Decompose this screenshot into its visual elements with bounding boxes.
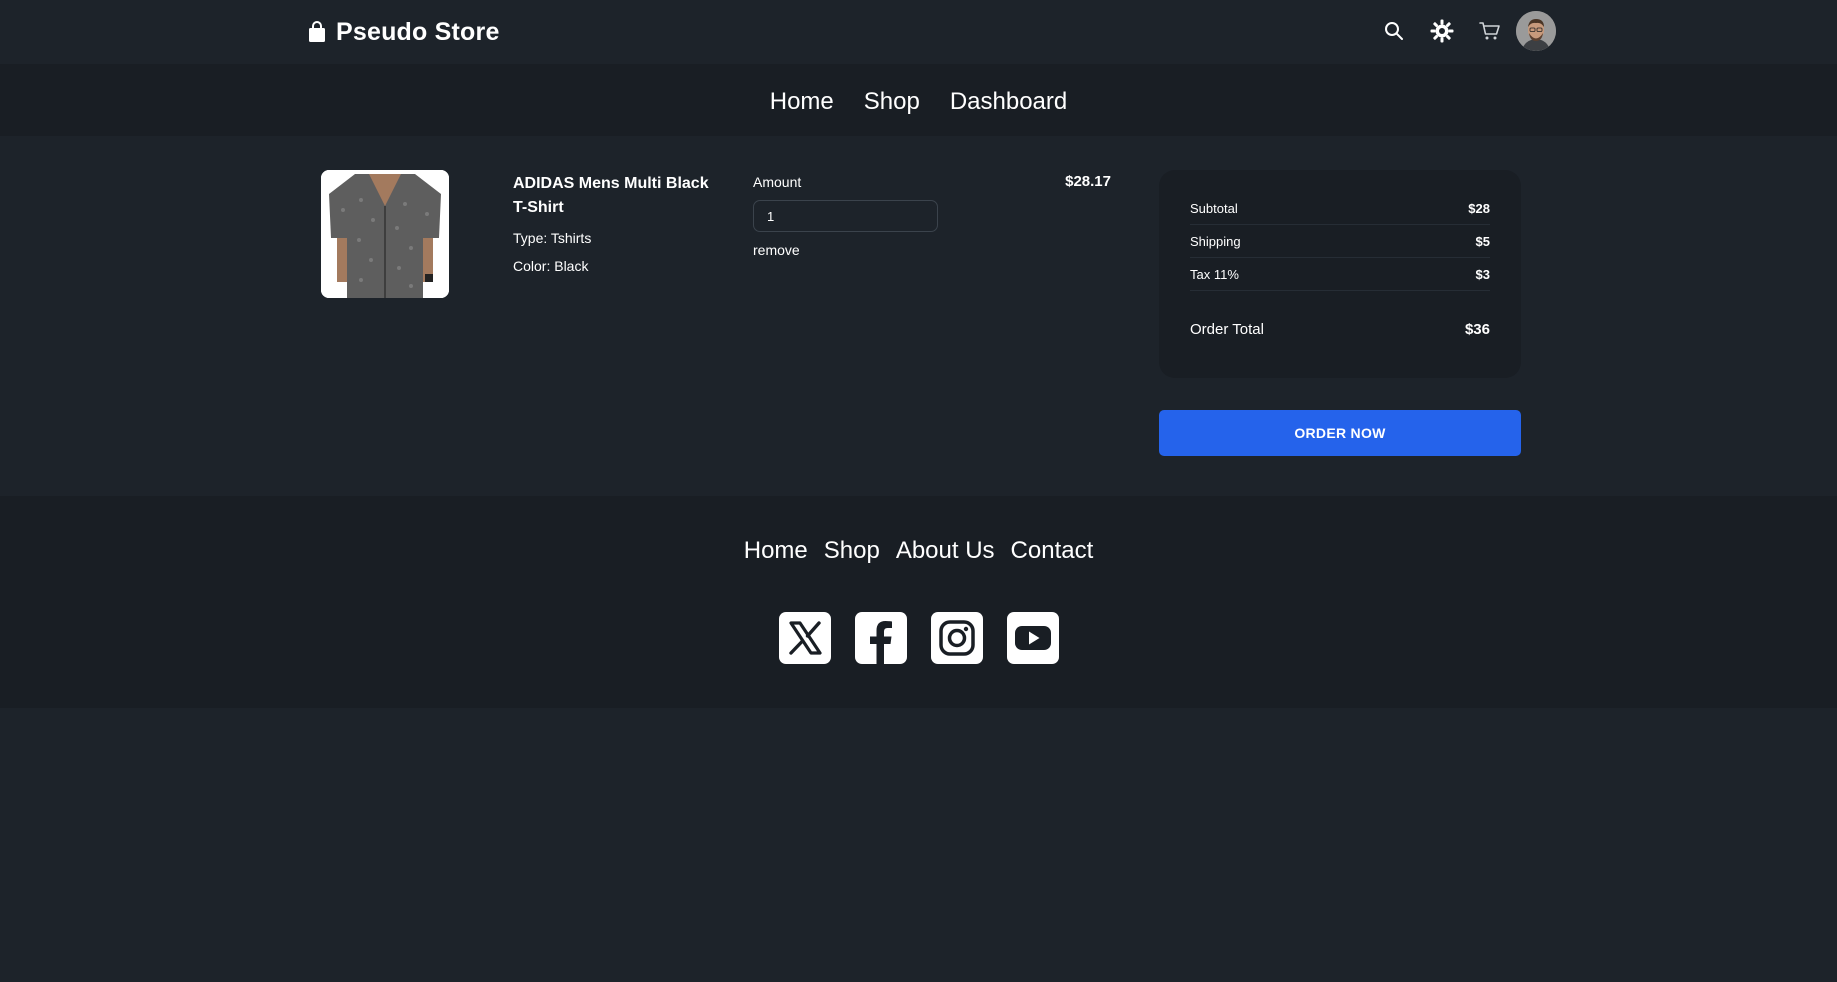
- avatar-photo: [1516, 11, 1556, 51]
- footer-shop-link[interactable]: Shop: [824, 537, 880, 565]
- amount-label: Amount: [753, 174, 802, 190]
- x-link[interactable]: [778, 612, 831, 664]
- theme-toggle-button[interactable]: [1418, 10, 1466, 52]
- tax-row: Tax 11% $3: [1190, 258, 1490, 291]
- subtotal-value: $28: [1468, 200, 1490, 216]
- tax-value: $3: [1475, 266, 1490, 282]
- order-total-value: $36: [1464, 320, 1490, 338]
- facebook-icon: [854, 612, 907, 664]
- shirt-photo: [321, 170, 449, 298]
- footer-nav: Home Shop About Us Contact: [0, 537, 1837, 565]
- product-type: Type: Tshirts: [513, 230, 592, 246]
- header-actions: [1370, 10, 1556, 52]
- product-info: ADIDAS Mens Multi Black T-Shirt Type: Ts…: [513, 172, 713, 276]
- order-summary: Subtotal $28 Shipping $5 Tax 11% $3 Orde…: [1159, 170, 1521, 378]
- user-avatar[interactable]: [1516, 11, 1556, 51]
- cart-icon: [1479, 22, 1500, 40]
- product-name: ADIDAS Mens Multi Black T-Shirt: [513, 175, 709, 216]
- top-bar: Pseudo Store: [0, 0, 1837, 64]
- remove-item-link[interactable]: remove: [753, 242, 943, 258]
- search-button[interactable]: [1370, 10, 1418, 52]
- subtotal-label: Subtotal: [1190, 200, 1238, 216]
- cart-section: ADIDAS Mens Multi Black T-Shirt Type: Ts…: [0, 136, 1837, 496]
- footer: Home Shop About Us Contact: [0, 496, 1837, 708]
- product-image: [321, 170, 449, 298]
- social-links: [0, 612, 1837, 664]
- order-total-label: Order Total: [1190, 320, 1264, 338]
- sun-icon: [1430, 19, 1454, 43]
- footer-about-link[interactable]: About Us: [896, 537, 995, 565]
- nav-dashboard-link[interactable]: Dashboard: [935, 88, 1082, 116]
- amount-input[interactable]: [753, 200, 938, 232]
- brand-logo[interactable]: Pseudo Store: [308, 16, 500, 48]
- footer-contact-link[interactable]: Contact: [1011, 537, 1094, 565]
- cart-button[interactable]: [1466, 10, 1514, 52]
- item-price: $28.17: [1065, 173, 1111, 190]
- x-icon: [778, 612, 831, 664]
- brand-name: Pseudo Store: [336, 17, 500, 46]
- main-nav: Home Shop Dashboard: [0, 64, 1837, 136]
- order-now-button[interactable]: ORDER NOW: [1159, 410, 1521, 456]
- shipping-value: $5: [1475, 233, 1490, 249]
- search-icon: [1385, 22, 1403, 40]
- amount-control: Amount remove: [753, 172, 943, 258]
- instagram-link[interactable]: [930, 612, 983, 664]
- footer-home-link[interactable]: Home: [744, 537, 808, 565]
- youtube-icon: [1006, 612, 1059, 664]
- subtotal-row: Subtotal $28: [1190, 192, 1490, 225]
- nav-home-link[interactable]: Home: [755, 88, 849, 116]
- instagram-icon: [930, 612, 983, 664]
- nav-shop-link[interactable]: Shop: [849, 88, 935, 116]
- shipping-row: Shipping $5: [1190, 225, 1490, 258]
- shopping-bag-icon: [309, 21, 325, 42]
- facebook-link[interactable]: [854, 612, 907, 664]
- youtube-link[interactable]: [1006, 612, 1059, 664]
- shipping-label: Shipping: [1190, 233, 1241, 249]
- tax-label: Tax 11%: [1190, 266, 1239, 282]
- product-color: Color: Black: [513, 258, 589, 274]
- order-total-row: Order Total $36: [1190, 309, 1490, 349]
